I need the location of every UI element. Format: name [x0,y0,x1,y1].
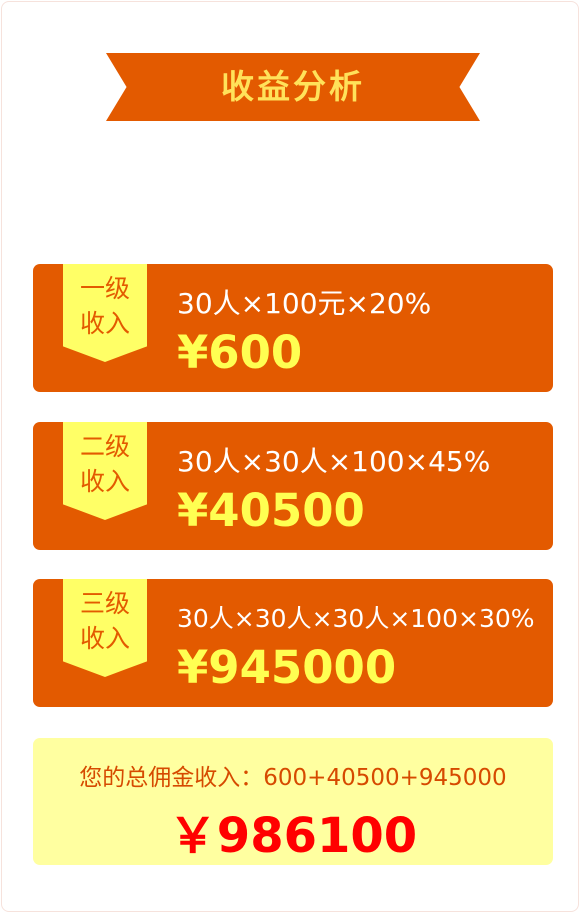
level-1-amount: ¥600 [177,326,303,379]
total-commission-panel: 您的总佣金收入：600+40500+945000 ￥986100 [33,738,553,865]
level-1-income-panel: 一级 收入 30人×100元×20% ¥600 [33,264,553,392]
total-commission-amount: ￥986100 [168,808,418,864]
level-3-income-panel: 三级 收入 30人×30人×30人×100×30% ¥945000 [33,579,553,707]
level-2-tag-label: 二级 收入 [79,432,130,496]
level-3-tag-label: 三级 收入 [79,589,130,653]
level-2-income-panel: 二级 收入 30人×30人×100×45% ¥40500 [33,422,553,550]
level-1-tag-label: 一级 收入 [79,274,130,338]
page-title: 收益分析 [221,67,365,106]
level-2-formula: 30人×30人×100×45% [177,445,491,478]
level-2-amount: ¥40500 [177,484,365,537]
level-1-formula: 30人×100元×20% [177,287,432,320]
income-analysis-card: 收益分析 一级 收入 30人×100元×20% ¥600 二级 收入 30人×3… [1,1,579,912]
level-3-formula: 30人×30人×30人×100×30% [177,604,535,633]
total-commission-formula: 您的总佣金收入：600+40500+945000 [79,765,507,791]
level-3-amount: ¥945000 [177,641,397,694]
